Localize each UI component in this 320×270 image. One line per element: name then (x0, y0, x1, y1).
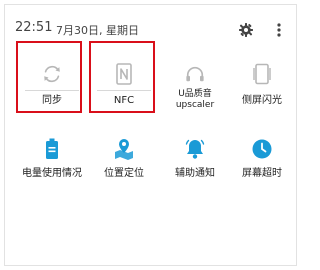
tile-assistive-notification[interactable]: 辅助通知 (160, 122, 230, 192)
location-icon (89, 135, 159, 163)
highlight-box-nfc (89, 41, 155, 113)
tile-screen-timeout[interactable]: 屏幕超时 (227, 122, 297, 192)
tile-label-location: 位置定位 (104, 168, 144, 179)
tile-upscaler[interactable]: U品质音 upscaler (160, 47, 230, 117)
tile-battery-usage[interactable]: 电量使用情况 (17, 122, 87, 192)
clock-icon (227, 135, 297, 163)
headphones-icon (160, 60, 230, 88)
tile-location[interactable]: 位置定位 (89, 122, 159, 192)
quick-settings-panel: 22:51 7月30日, 星期日 同步 NFC U品质音 upscaler 侧屏… (4, 4, 297, 266)
tile-label-battery-usage: 电量使用情况 (22, 168, 82, 179)
battery-icon (17, 135, 87, 163)
tile-label-screen-timeout: 屏幕超时 (242, 168, 282, 179)
edge-flash-icon (227, 60, 297, 88)
tile-label-edge-flash: 侧屏闪光 (242, 95, 282, 106)
tile-label-assistive-notification: 辅助通知 (175, 168, 215, 179)
tile-label-upscaler: U品质音 upscaler (175, 89, 215, 110)
tile-edge-flash[interactable]: 侧屏闪光 (227, 47, 297, 117)
highlight-box-sync (16, 41, 82, 113)
bell-icon (160, 135, 230, 163)
